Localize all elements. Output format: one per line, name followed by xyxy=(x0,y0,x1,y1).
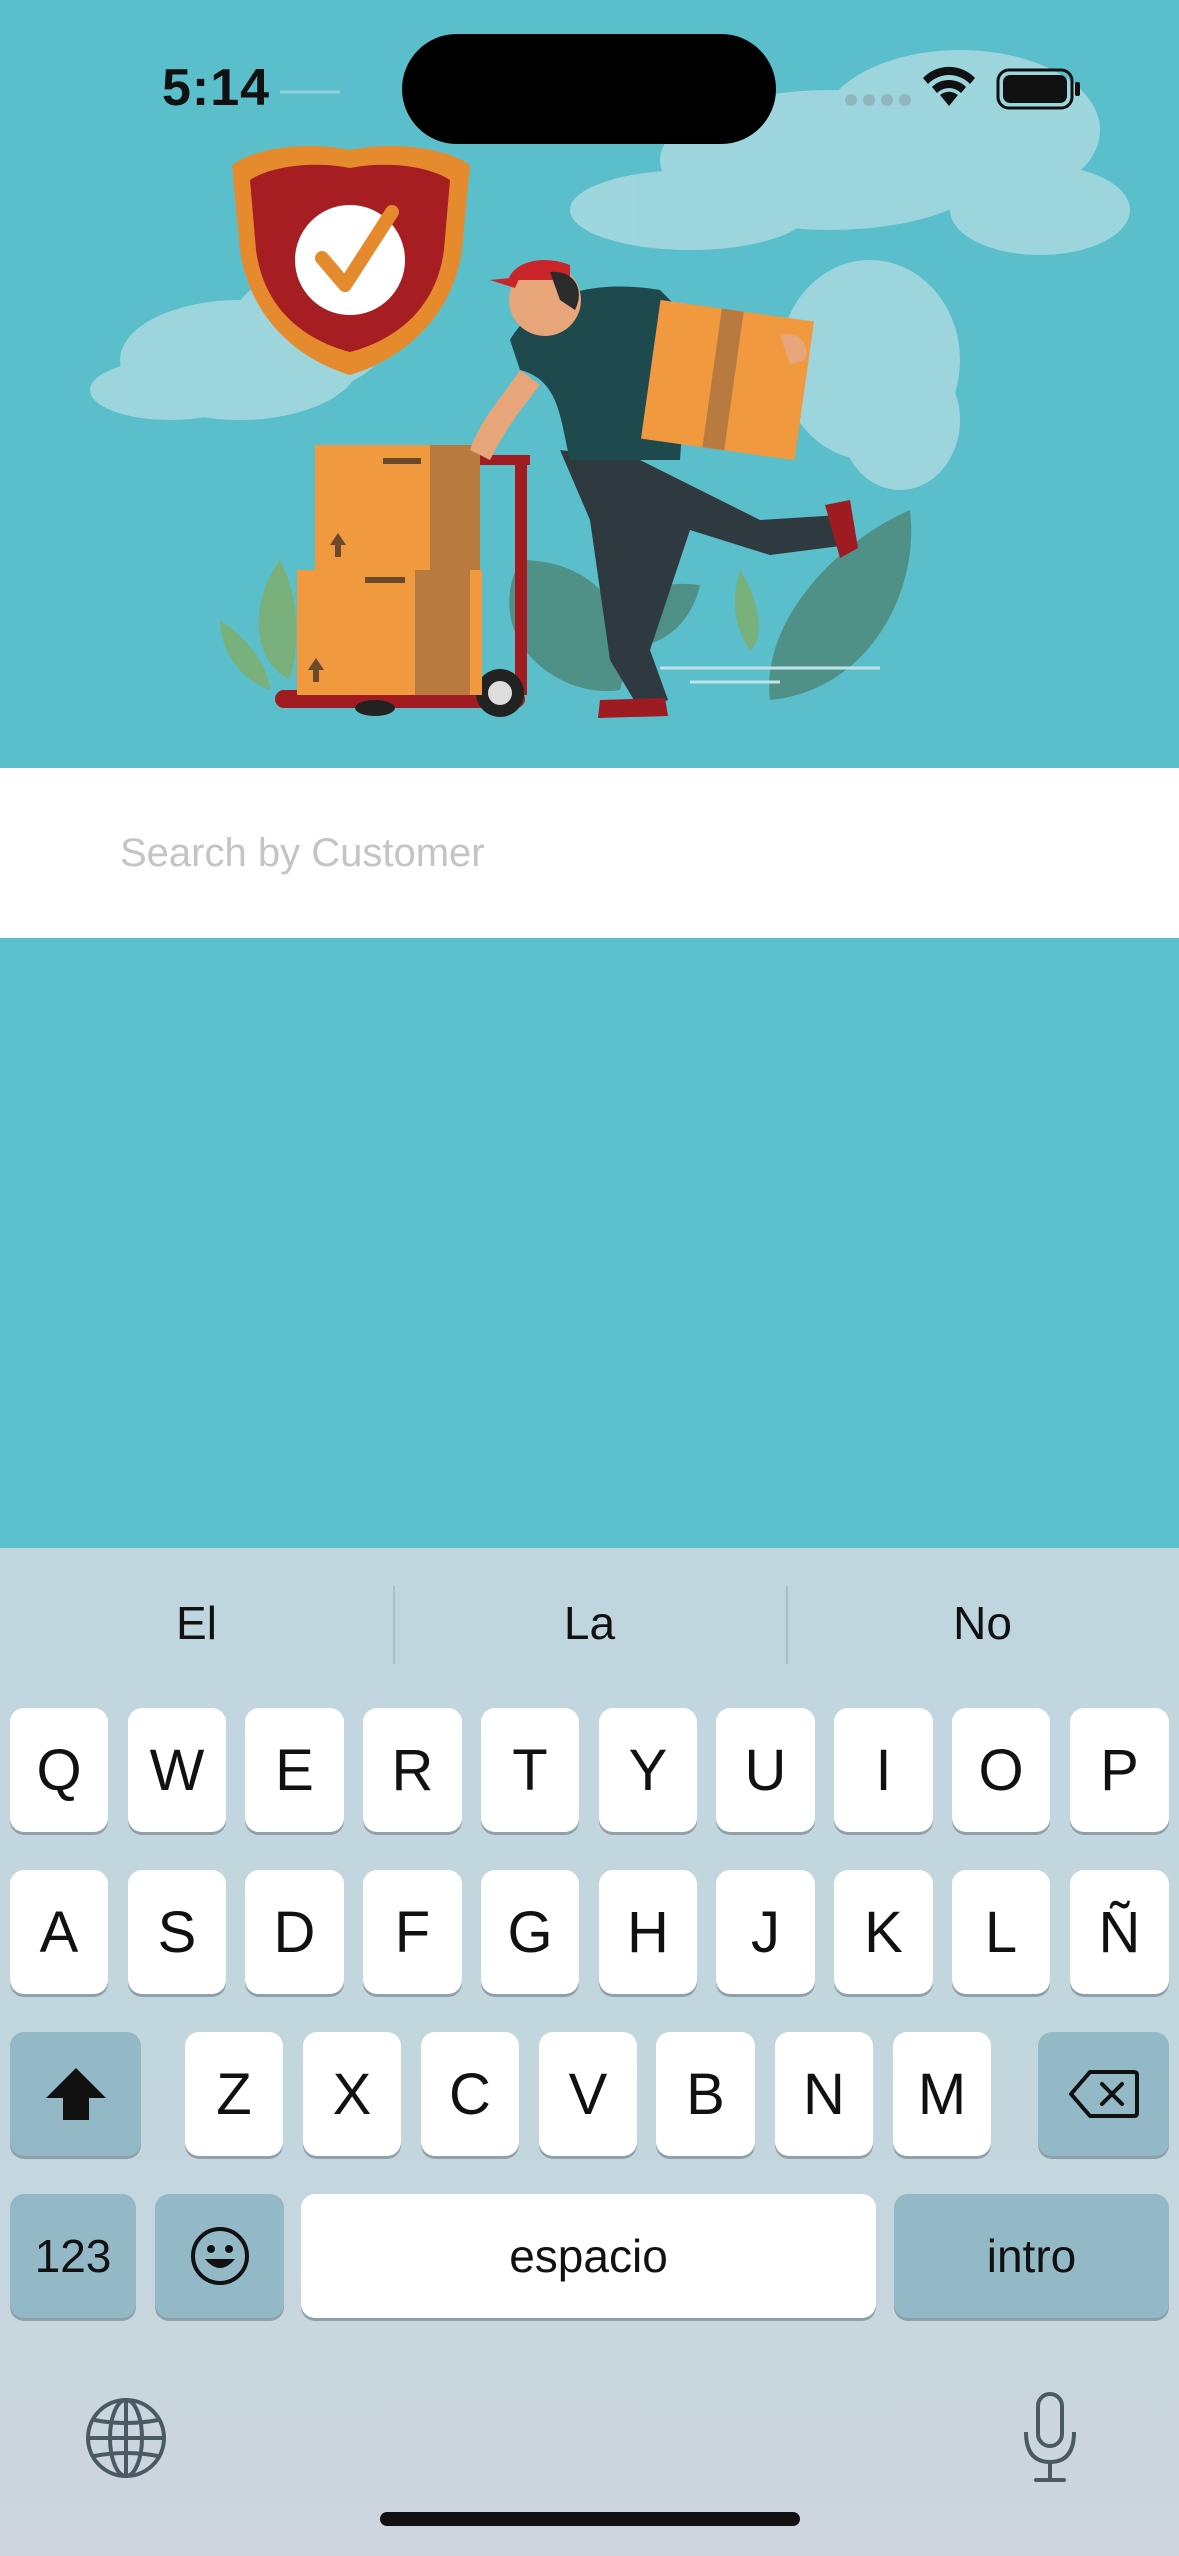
key-n-tilde[interactable]: Ñ xyxy=(1070,1870,1169,1994)
suggestion-item[interactable]: El xyxy=(0,1548,393,1698)
suggestion-bar: El La No xyxy=(0,1548,1179,1698)
microphone-icon[interactable] xyxy=(1020,2390,1080,2486)
key-z[interactable]: Z xyxy=(185,2032,283,2156)
key-m[interactable]: M xyxy=(893,2032,991,2156)
key-c[interactable]: C xyxy=(421,2032,519,2156)
key-l[interactable]: L xyxy=(952,1870,1050,1994)
key-t[interactable]: T xyxy=(481,1708,579,1832)
key-w[interactable]: W xyxy=(128,1708,226,1832)
key-h[interactable]: H xyxy=(599,1870,697,1994)
battery-icon xyxy=(996,68,1080,110)
delete-key[interactable] xyxy=(1038,2032,1169,2156)
boxes xyxy=(297,445,482,695)
results-area xyxy=(0,938,1179,1548)
dynamic-island xyxy=(402,34,776,144)
key-g[interactable]: G xyxy=(481,1870,579,1994)
key-u[interactable]: U xyxy=(716,1708,815,1832)
shift-arrow-icon xyxy=(45,2068,106,2120)
emoji-key[interactable] xyxy=(155,2194,284,2318)
suggestion-item[interactable]: La xyxy=(393,1548,786,1698)
key-d[interactable]: D xyxy=(245,1870,344,1994)
home-indicator[interactable] xyxy=(380,2512,800,2526)
key-o[interactable]: O xyxy=(952,1708,1050,1832)
key-j[interactable]: J xyxy=(716,1870,815,1994)
space-key[interactable]: espacio xyxy=(301,2194,876,2318)
wifi-icon xyxy=(923,66,975,106)
key-v[interactable]: V xyxy=(539,2032,637,2156)
key-y[interactable]: Y xyxy=(599,1708,697,1832)
key-b[interactable]: B xyxy=(656,2032,755,2156)
key-p[interactable]: P xyxy=(1070,1708,1169,1832)
return-key[interactable]: intro xyxy=(894,2194,1169,2318)
key-i[interactable]: I xyxy=(834,1708,933,1832)
search-input[interactable] xyxy=(120,818,1120,888)
key-r[interactable]: R xyxy=(363,1708,462,1832)
key-x[interactable]: X xyxy=(303,2032,401,2156)
cellular-signal-icon xyxy=(845,94,911,106)
status-bar: 5:14 xyxy=(0,0,1179,150)
search-bar xyxy=(0,768,1179,938)
shift-key[interactable] xyxy=(10,2032,141,2156)
key-n[interactable]: N xyxy=(775,2032,873,2156)
globe-icon[interactable] xyxy=(84,2396,168,2480)
key-f[interactable]: F xyxy=(363,1870,462,1994)
suggestion-item[interactable]: No xyxy=(786,1548,1179,1698)
key-s[interactable]: S xyxy=(128,1870,226,1994)
emoji-icon xyxy=(190,2227,249,2285)
key-a[interactable]: A xyxy=(10,1870,108,1994)
numbers-key[interactable]: 123 xyxy=(10,2194,136,2318)
key-q[interactable]: Q xyxy=(10,1708,108,1832)
key-e[interactable]: E xyxy=(245,1708,344,1832)
status-time: 5:14 xyxy=(162,59,271,117)
key-k[interactable]: K xyxy=(834,1870,933,1994)
backspace-icon xyxy=(1068,2070,1139,2118)
